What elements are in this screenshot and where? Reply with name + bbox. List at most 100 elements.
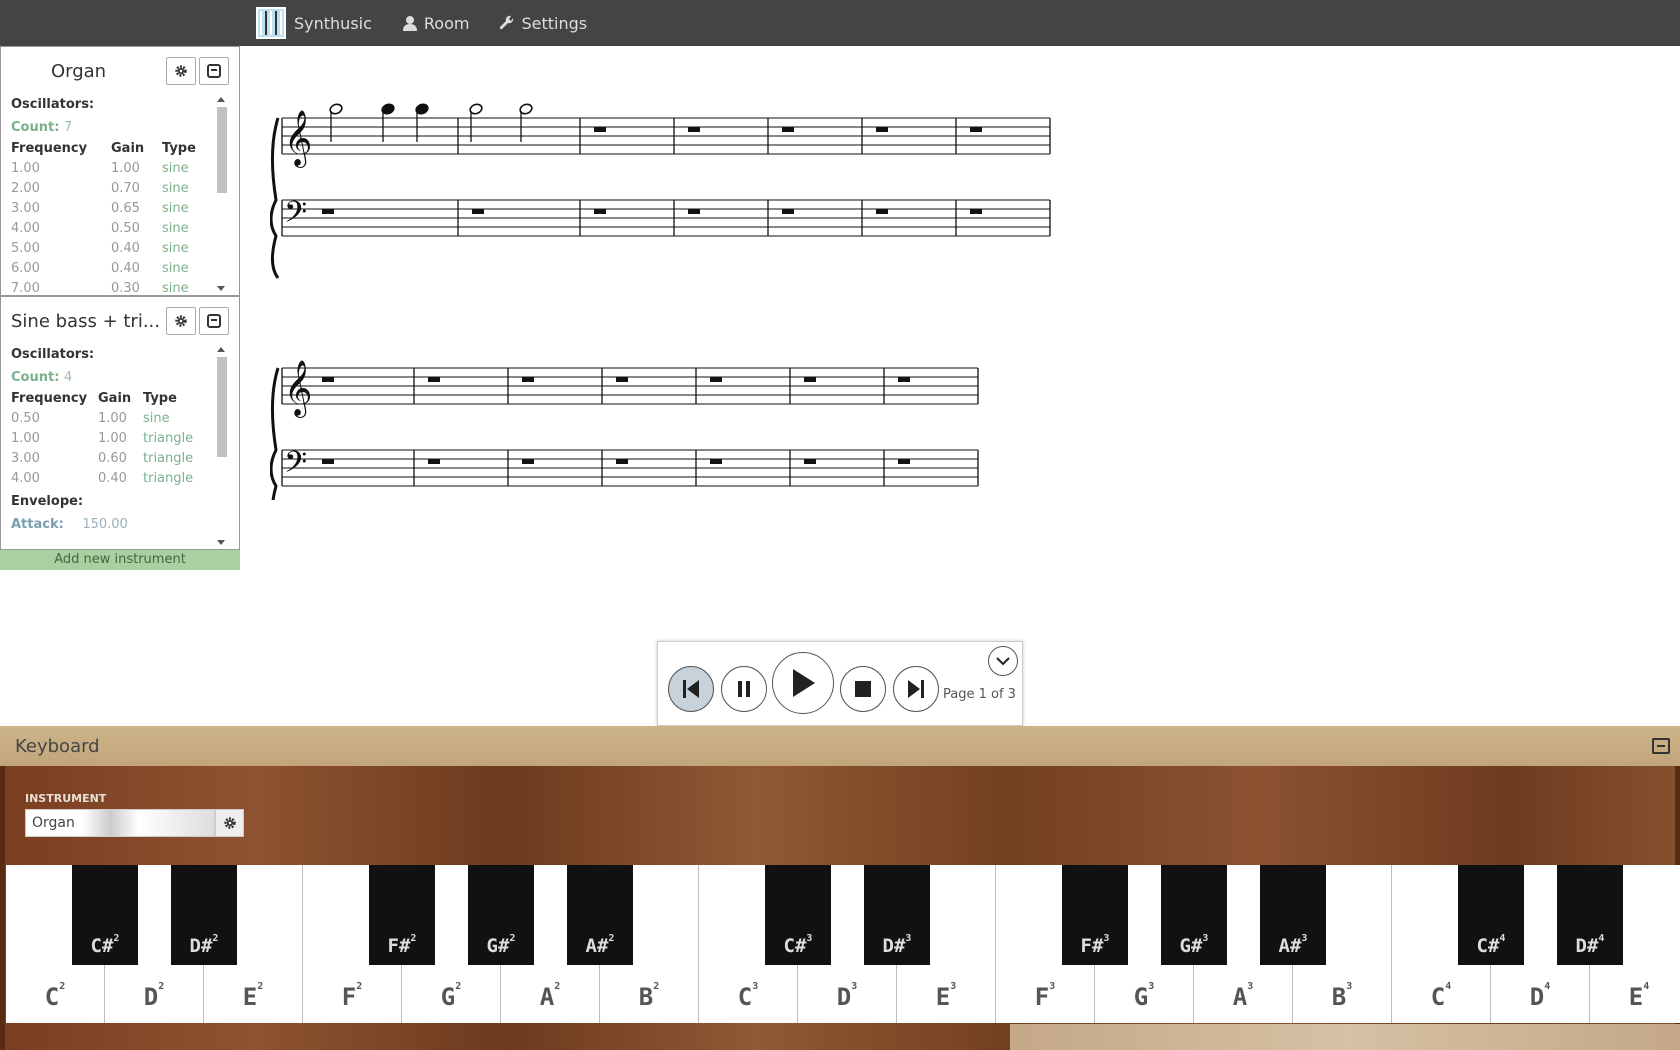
whole-rest	[522, 377, 534, 382]
nav-settings[interactable]: Settings	[499, 0, 587, 46]
whole-rest	[322, 209, 334, 214]
playback-controls: Page 1 of 3	[657, 641, 1023, 726]
stop-button[interactable]	[840, 666, 886, 712]
gear-icon	[175, 315, 187, 327]
black-key[interactable]: G#2	[468, 865, 534, 965]
user-icon	[402, 15, 418, 31]
table-row: 7.00 0.30 sine	[11, 280, 189, 296]
whole-rest	[876, 127, 888, 132]
black-key[interactable]: F#2	[369, 865, 435, 965]
instrument-collapse-button[interactable]	[199, 307, 229, 335]
minimize-keyboard-icon[interactable]	[1652, 738, 1670, 754]
skip-forward-button[interactable]	[893, 666, 939, 712]
top-navbar: Synthusic Room Settings	[0, 0, 1680, 46]
table-row: 0.50 1.00 sine	[11, 410, 170, 426]
whole-rest	[322, 459, 334, 464]
black-key[interactable]: D#3	[864, 865, 930, 965]
whole-rest	[322, 377, 334, 382]
black-key[interactable]: A#3	[1260, 865, 1326, 965]
instrument-details[interactable]: Oscillators: Count: 7 Frequency Gain Typ…	[1, 95, 239, 295]
keyboard-panel: Keyboard INSTRUMENT Organ C2 D2 E2 F2 G2 A2 B2…	[0, 726, 1680, 1050]
black-key[interactable]: D#4	[1557, 865, 1623, 965]
black-key[interactable]: C#4	[1458, 865, 1524, 965]
oscillators-heading: Oscillators:	[11, 97, 95, 112]
table-row: 4.00 0.40 triangle	[11, 470, 194, 486]
whole-rest	[472, 209, 484, 214]
black-key[interactable]: A#2	[567, 865, 633, 965]
whole-rest	[970, 127, 982, 132]
skip-back-button[interactable]	[668, 666, 714, 712]
panel-scrollbar[interactable]	[215, 95, 227, 295]
instrument-panel-sine-bass: Sine bass + tri... Oscillators: Count: 4…	[0, 296, 240, 550]
collapse-player-button[interactable]	[988, 646, 1018, 676]
black-key[interactable]: C#2	[72, 865, 138, 965]
keyboard-header: Keyboard	[0, 726, 1680, 766]
whole-rest	[594, 209, 606, 214]
bass-clef-icon: 𝄢	[284, 196, 307, 237]
page-indicator: Page 1 of 3	[943, 687, 1016, 702]
whole-rest	[898, 377, 910, 382]
oscillator-count: Count: 4	[11, 370, 73, 385]
instrument-select[interactable]: Organ	[25, 809, 215, 837]
whole-rest	[970, 209, 982, 214]
nav-room[interactable]: Room	[402, 0, 470, 46]
scrollbar-thumb[interactable]	[217, 107, 227, 193]
table-row: 1.00 1.00 sine	[11, 160, 189, 176]
oscillators-heading: Oscillators:	[11, 347, 95, 362]
black-key[interactable]: D#2	[171, 865, 237, 965]
oscillator-table: Frequency Gain Type 0.50 1.00 sine 1.00 1.0…	[11, 388, 193, 488]
scroll-up-arrow-icon[interactable]	[217, 347, 225, 352]
whole-rest	[804, 377, 816, 382]
black-key[interactable]: F#3	[1062, 865, 1128, 965]
bass-clef-icon: 𝄢	[284, 446, 307, 487]
staff-brace	[270, 117, 280, 279]
table-row: 3.00 0.65 sine	[11, 200, 189, 216]
instrument-settings-button[interactable]	[166, 307, 196, 335]
nav-brand[interactable]: Synthusic	[256, 0, 372, 46]
scroll-down-arrow-icon[interactable]	[217, 286, 225, 291]
table-row: 3.00 0.60 triangle	[11, 450, 194, 466]
table-row: 4.00 0.50 sine	[11, 220, 189, 236]
add-instrument-button[interactable]: Add new instrument	[0, 550, 240, 570]
panel-header: Sine bass + tri...	[1, 297, 239, 345]
envelope-heading: Envelope:	[11, 494, 84, 509]
whole-rest	[428, 459, 440, 464]
gear-icon	[175, 65, 187, 77]
keyboard-title: Keyboard	[15, 735, 100, 757]
play-button[interactable]	[772, 652, 834, 714]
whole-rest	[782, 209, 794, 214]
minimize-icon	[207, 314, 221, 328]
scroll-up-arrow-icon[interactable]	[217, 97, 225, 102]
whole-rest	[594, 127, 606, 132]
whole-rest	[688, 209, 700, 214]
piano-logo-icon	[256, 7, 286, 39]
skip-forward-icon	[908, 680, 924, 698]
score-system-2: 𝄞𝄢	[270, 360, 979, 500]
instrument-settings-button[interactable]	[166, 57, 196, 85]
pause-button[interactable]	[721, 666, 767, 712]
minimize-icon	[207, 64, 221, 78]
scroll-down-arrow-icon[interactable]	[217, 540, 225, 545]
settings-label: Settings	[521, 13, 588, 33]
black-key[interactable]: G#3	[1161, 865, 1227, 965]
brand-label: Synthusic	[294, 13, 372, 33]
instrument-label: INSTRUMENT	[25, 792, 107, 805]
whole-rest	[710, 377, 722, 382]
black-key[interactable]: C#3	[765, 865, 831, 965]
instrument-details[interactable]: Oscillators: Count: 4 Frequency Gain Typ…	[1, 345, 239, 549]
staff-brace	[270, 367, 280, 500]
instrument-collapse-button[interactable]	[199, 57, 229, 85]
treble-clef-icon: 𝄞	[284, 110, 312, 168]
table-row: 5.00 0.40 sine	[11, 240, 189, 256]
instrument-name: Sine bass + tri...	[11, 310, 160, 332]
sheet-music-score[interactable]: 𝄞𝄢 𝄞𝄢	[270, 90, 1070, 500]
instrument-select-settings-button[interactable]	[215, 809, 244, 837]
treble-clef-icon: 𝄞	[284, 360, 312, 418]
chevron-down-icon	[996, 657, 1010, 666]
whole-rest	[804, 459, 816, 464]
score-system-1: 𝄞𝄢	[270, 103, 1051, 279]
panel-scrollbar[interactable]	[215, 345, 227, 549]
room-label: Room	[423, 13, 470, 33]
scrollbar-thumb[interactable]	[217, 357, 227, 457]
table-row: 6.00 0.40 sine	[11, 260, 189, 276]
